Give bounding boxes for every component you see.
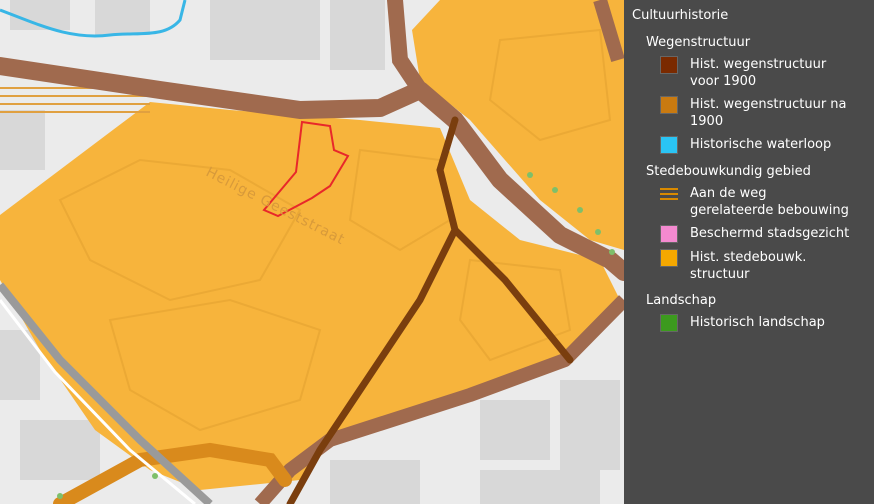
building — [480, 400, 550, 460]
legend-item: Historische waterloop — [660, 136, 866, 154]
legend-panel: Cultuurhistorie Wegenstructuur Hist. weg… — [624, 0, 874, 504]
swatch-road-before-1900 — [660, 56, 678, 74]
swatch-historic-landscape — [660, 314, 678, 332]
building — [480, 470, 600, 504]
legend-item-label: Hist. wegenstructuur voor 1900 — [690, 57, 827, 89]
legend-group-title: Wegenstructuur — [646, 35, 751, 50]
building — [330, 460, 420, 504]
legend-item: Hist. stedebouwk. structuur — [660, 249, 866, 283]
map-view[interactable]: Heilige Geeststraat — [0, 0, 624, 504]
swatch-road-after-1900 — [660, 96, 678, 114]
legend-item: Hist. wegenstructuur na 1900 — [660, 96, 866, 130]
legend-title: Cultuurhistorie — [632, 8, 729, 23]
legend-item: Historisch landschap — [660, 314, 866, 332]
legend-item-label: Hist. stedebouwk. structuur — [690, 250, 807, 282]
legend-item-label: Beschermd stadsgezicht — [690, 226, 850, 241]
building — [0, 110, 45, 170]
legend-item-label: Aan de weg gerelateerde bebouwing — [690, 186, 849, 218]
legend-item-label: Historisch landschap — [690, 315, 825, 330]
swatch-protected-townscape — [660, 225, 678, 243]
swatch-historic-urban-structure — [660, 249, 678, 267]
legend-group-title: Stedebouwkundig gebied — [646, 164, 811, 179]
map-canvas[interactable]: Heilige Geeststraat — [0, 0, 624, 504]
legend-item: Beschermd stadsgezicht — [660, 225, 866, 243]
building — [0, 330, 40, 400]
swatch-waterway — [660, 136, 678, 154]
swatch-road-related-building — [660, 188, 678, 200]
building — [210, 0, 320, 60]
legend-item: Aan de weg gerelateerde bebouwing — [660, 185, 866, 219]
building — [95, 0, 150, 35]
legend-item-label: Hist. wegenstructuur na 1900 — [690, 97, 847, 129]
legend-item: Hist. wegenstructuur voor 1900 — [660, 56, 866, 90]
legend-group-title: Landschap — [646, 293, 717, 308]
building — [330, 0, 385, 70]
building — [20, 420, 100, 480]
building — [560, 380, 620, 470]
legend-item-label: Historische waterloop — [690, 137, 832, 152]
